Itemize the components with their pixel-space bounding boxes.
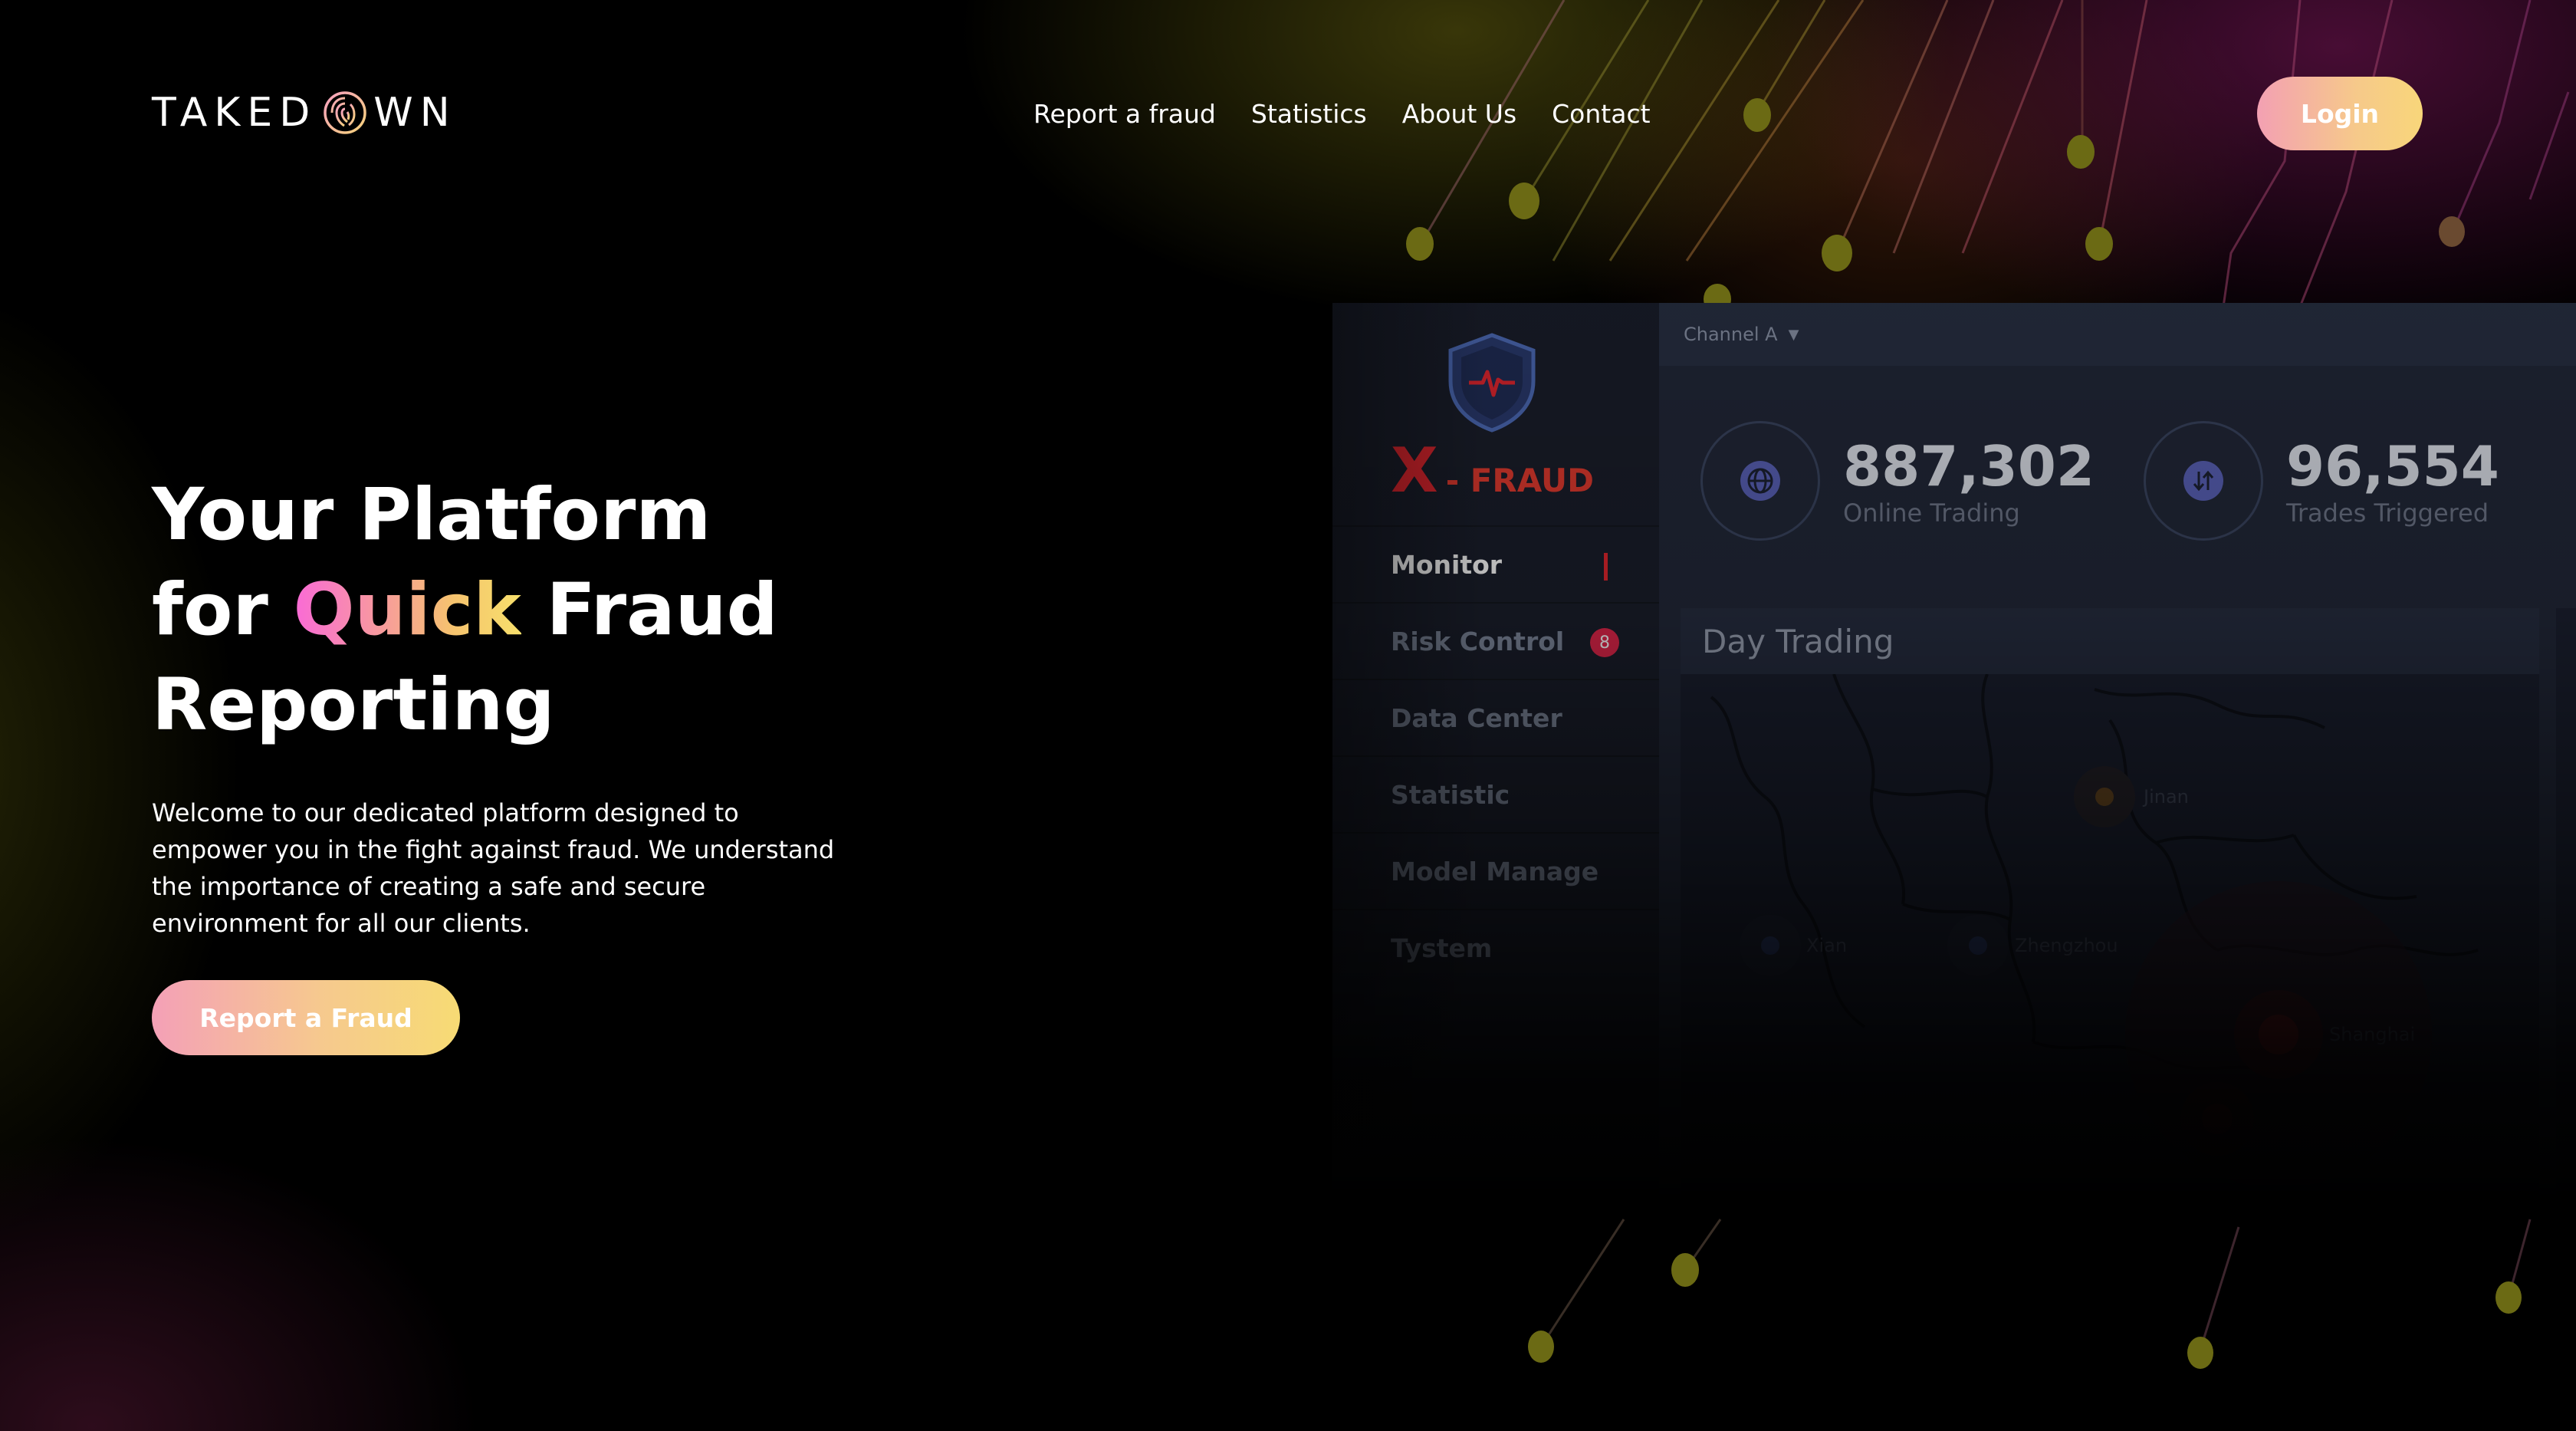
dashboard-menu: Monitor Risk Control 8 Data Center Stati… [1332,525,1659,985]
hero-title-for: for [152,568,268,652]
notification-badge: 8 [1590,628,1619,657]
active-indicator [1604,553,1608,581]
brand-x: X [1391,435,1438,506]
menu-item-tystem[interactable]: Tystem [1332,909,1659,985]
stat-value: 96,554 [2286,434,2499,498]
hero-title-line1: Your Platform [152,473,711,557]
nav-about-us[interactable]: About Us [1402,99,1516,129]
brand-logo[interactable]: TAKED WN [152,86,457,140]
stat-label: Trades Triggered [2286,498,2489,528]
nav-contact[interactable]: Contact [1552,99,1650,129]
trading-map: Jinan Xian Zhengzhou Shanghai [1681,673,2539,1208]
hero-description: Welcome to our dedicated platform design… [152,798,835,938]
panel-title: Day Trading [1702,622,1894,660]
dashboard-main: Channel A ▼ 887,302 Online Trading 96,55… [1659,303,2576,1208]
channel-value: A [1765,324,1778,345]
exchange-icon [2144,421,2263,541]
side-panel-edge [2556,608,2576,1208]
channel-label: Channel [1684,324,1760,345]
dashboard-topbar: Channel A ▼ [1659,303,2576,366]
stat-online-trading: 887,302 Online Trading [1700,419,2095,542]
menu-item-label: Statistic [1391,779,1510,810]
menu-item-label: Model Manage [1391,856,1599,887]
hero-title-rest: Fraud [546,568,778,652]
globe-icon [1700,421,1820,541]
menu-item-label: Data Center [1391,702,1562,733]
channel-selector[interactable]: Channel A [1684,324,1778,345]
dashboard-preview: X- FRAUD Monitor Risk Control 8 Data Cen… [1332,303,2576,1208]
stat-trades-triggered: 96,554 Trades Triggered [2144,419,2499,542]
menu-item-model-manage[interactable]: Model Manage [1332,832,1659,909]
hero-title-line3: Reporting [152,663,555,747]
map-label-xian: Xian [1806,935,1848,956]
main-nav: Report a fraud Statistics About Us Conta… [1033,92,1651,135]
logo-text-end: WN [373,90,457,136]
dashboard-sidebar: X- FRAUD Monitor Risk Control 8 Data Cen… [1332,303,1659,1208]
menu-item-label: Monitor [1391,549,1503,580]
brand-name: - FRAUD [1445,462,1594,499]
map-label-jinan: Jinan [2144,786,2189,808]
menu-item-label: Tystem [1391,933,1493,963]
day-trading-panel: Day Trading Jinan Xian Zhengzhou Shangha… [1681,608,2539,1208]
map-label-shanghai: Shanghai [2329,1024,2416,1045]
stat-label: Online Trading [1843,498,2020,528]
landing-page: TAKED WN Report a fraud Statistics About… [0,0,2576,1431]
site-header: TAKED WN Report a fraud Statistics About… [0,0,2576,230]
logo-text-start: TAKED [152,90,317,136]
menu-item-statistic[interactable]: Statistic [1332,755,1659,832]
menu-item-monitor[interactable]: Monitor [1332,525,1659,602]
menu-item-label: Risk Control [1391,626,1565,656]
hero-title: Your Platform for Quick Fraud Reporting [152,468,918,753]
stat-value: 887,302 [1843,434,2095,498]
globe-fingerprint-icon [324,91,367,134]
nav-statistics[interactable]: Statistics [1251,99,1367,129]
map-label-zhengzhou: Zhengzhou [2015,935,2118,956]
hero-title-accent: Quick [293,568,521,652]
caret-down-icon[interactable]: ▼ [1789,327,1799,343]
menu-item-data-center[interactable]: Data Center [1332,679,1659,755]
shield-icon [1448,333,1536,433]
dashboard-brand: X- FRAUD [1391,435,1621,506]
login-button[interactable]: Login [2257,77,2423,150]
menu-item-risk-control[interactable]: Risk Control 8 [1332,602,1659,679]
panel-header: Day Trading [1681,608,2539,674]
nav-report-fraud[interactable]: Report a fraud [1033,99,1216,129]
report-fraud-button[interactable]: Report a Fraud [152,980,460,1055]
